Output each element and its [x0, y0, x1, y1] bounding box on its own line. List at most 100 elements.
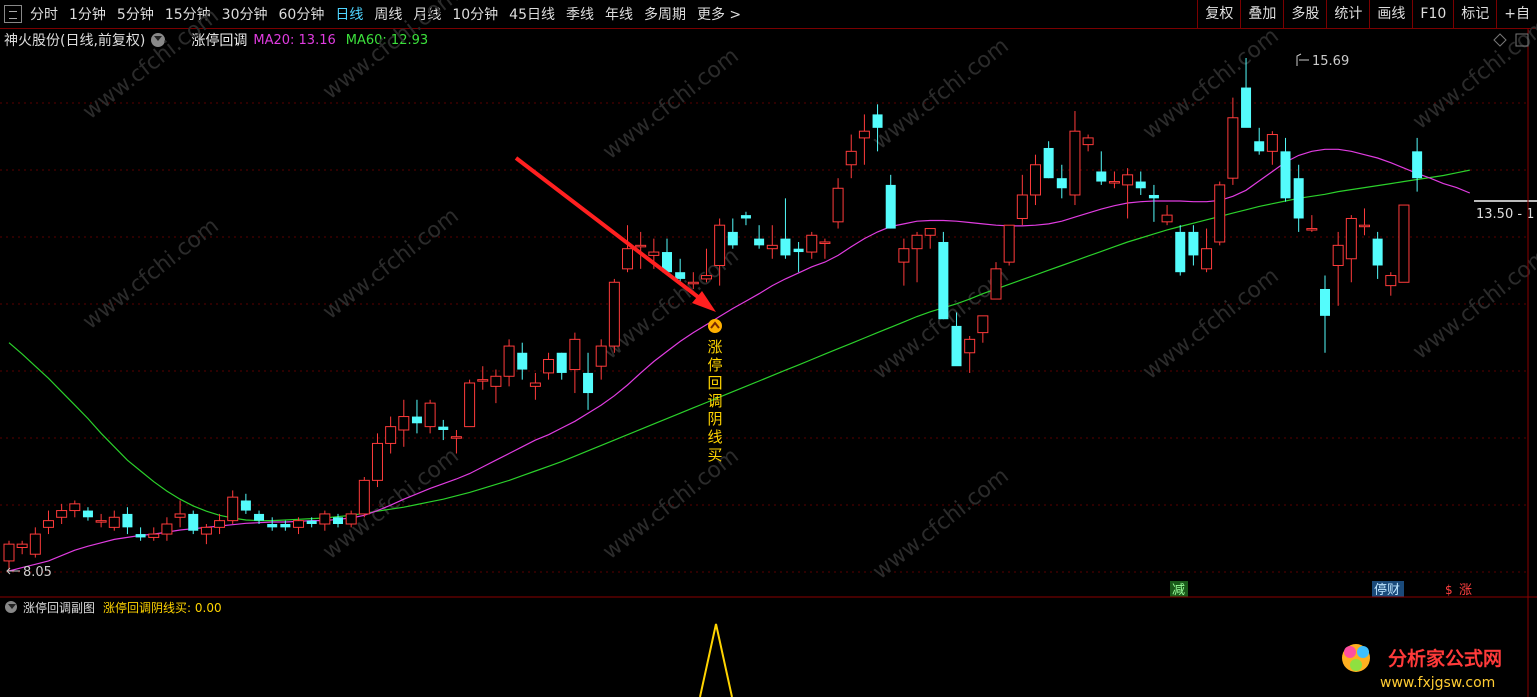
high-label: 15.69 [1312, 54, 1349, 69]
candle-12 [161, 517, 173, 541]
candle-103 [1358, 208, 1370, 236]
candle-47 [622, 225, 634, 273]
high-marker: 15.69 [1296, 53, 1349, 69]
candle-101 [1332, 231, 1344, 306]
candle-8 [108, 510, 120, 531]
candle-107 [1412, 137, 1423, 192]
candle-43 [569, 332, 581, 394]
candle-3 [42, 510, 54, 535]
watermark-4: www.cfchi.com [318, 203, 463, 324]
candle-59 [780, 198, 791, 259]
candle-86 [1135, 171, 1146, 195]
watermark-1: www.cfchi.com [318, 0, 463, 105]
candle-10 [135, 527, 146, 541]
watermark-14: www.cfchi.com [1408, 243, 1537, 364]
candle-98 [1293, 164, 1304, 232]
candle-97 [1280, 137, 1291, 202]
candle-95 [1254, 127, 1265, 155]
watermark-3: www.cfchi.com [598, 43, 743, 164]
candle-39 [517, 342, 528, 380]
candle-74 [977, 315, 989, 343]
candle-9 [122, 507, 133, 535]
candle-68 [898, 238, 910, 286]
candle-91 [1201, 228, 1213, 273]
candle-80 [1056, 164, 1067, 199]
candle-6 [82, 507, 93, 521]
candle-1 [16, 540, 28, 555]
signal-marker: 涨停回调阴线买 [707, 319, 723, 464]
candle-100 [1320, 275, 1330, 353]
candle-64 [845, 134, 857, 179]
candle-60 [793, 241, 804, 273]
candle-29 [385, 416, 397, 454]
candle-35 [464, 379, 476, 428]
candle-36 [477, 366, 489, 390]
candle-24 [319, 510, 331, 531]
candle-2 [29, 527, 41, 558]
candle-81 [1069, 111, 1081, 206]
watermark-13: www.cfchi.com [868, 463, 1013, 584]
candle-96 [1266, 131, 1278, 165]
candle-69 [911, 231, 923, 283]
candle-7 [95, 513, 107, 528]
candle-65 [858, 114, 870, 165]
logo-name: 分析家公式网 [1388, 647, 1502, 670]
candle-63 [832, 178, 844, 229]
candle-67 [885, 174, 896, 229]
candle-70 [924, 228, 936, 249]
watermark-0: www.cfchi.com [78, 3, 223, 124]
candle-82 [1082, 134, 1094, 152]
candle-104 [1372, 231, 1383, 279]
event-markers: 减 停财 $ 涨 [1170, 581, 1472, 598]
candle-44 [583, 352, 594, 410]
candle-38 [503, 339, 515, 387]
event-reduce: 减 [1172, 583, 1185, 598]
candlestick-chart[interactable]: www.cfchi.com www.cfchi.com www.cfchi.com w… [0, 0, 1537, 697]
candle-105 [1385, 272, 1397, 296]
candle-40 [529, 372, 541, 400]
candle-71 [938, 231, 949, 320]
signal-icon [708, 319, 722, 333]
candle-14 [188, 510, 199, 535]
watermark-2: www.cfchi.com [78, 213, 223, 334]
candle-16 [214, 513, 226, 535]
candle-32 [424, 399, 436, 434]
candle-102 [1345, 215, 1357, 283]
candle-28 [371, 433, 383, 488]
candle-79 [1043, 141, 1054, 179]
candle-27 [358, 476, 370, 518]
candle-15 [200, 523, 212, 545]
signal-text: 涨停回调阴线买 [707, 338, 722, 464]
panel-divider [0, 28, 1537, 697]
candle-88 [1161, 205, 1173, 226]
watermark-7: www.cfchi.com [1138, 23, 1283, 144]
candle-58 [766, 225, 778, 259]
ma60-line [8, 169, 1470, 522]
candle-62 [819, 238, 831, 259]
candle-31 [411, 399, 422, 434]
candle-106 [1398, 204, 1410, 283]
candle-46 [608, 278, 620, 353]
candle-55 [727, 218, 738, 249]
candle-18 [240, 493, 251, 514]
candle-77 [1016, 174, 1028, 226]
candle-17 [227, 490, 239, 524]
candle-4 [56, 503, 68, 524]
brand-logo: 分析家公式网 www.fxjgsw.com [1342, 644, 1502, 691]
event-dollar: $ [1445, 583, 1453, 597]
event-rise: 涨 [1459, 583, 1472, 598]
watermark-11: www.cfchi.com [318, 443, 463, 564]
candle-11 [148, 527, 160, 541]
candle-73 [964, 335, 976, 373]
candle-13 [174, 500, 186, 528]
watermark-10: www.cfchi.com [1138, 263, 1283, 384]
candle-0 [3, 540, 15, 571]
watermark-5: www.cfchi.com [868, 33, 1013, 154]
candle-33 [438, 419, 449, 441]
candle-61 [806, 231, 818, 259]
candle-42 [556, 352, 567, 380]
watermark-9: www.cfchi.com [1408, 13, 1537, 134]
candle-78 [1029, 154, 1041, 206]
candle-84 [1108, 171, 1120, 189]
candle-37 [490, 369, 502, 404]
